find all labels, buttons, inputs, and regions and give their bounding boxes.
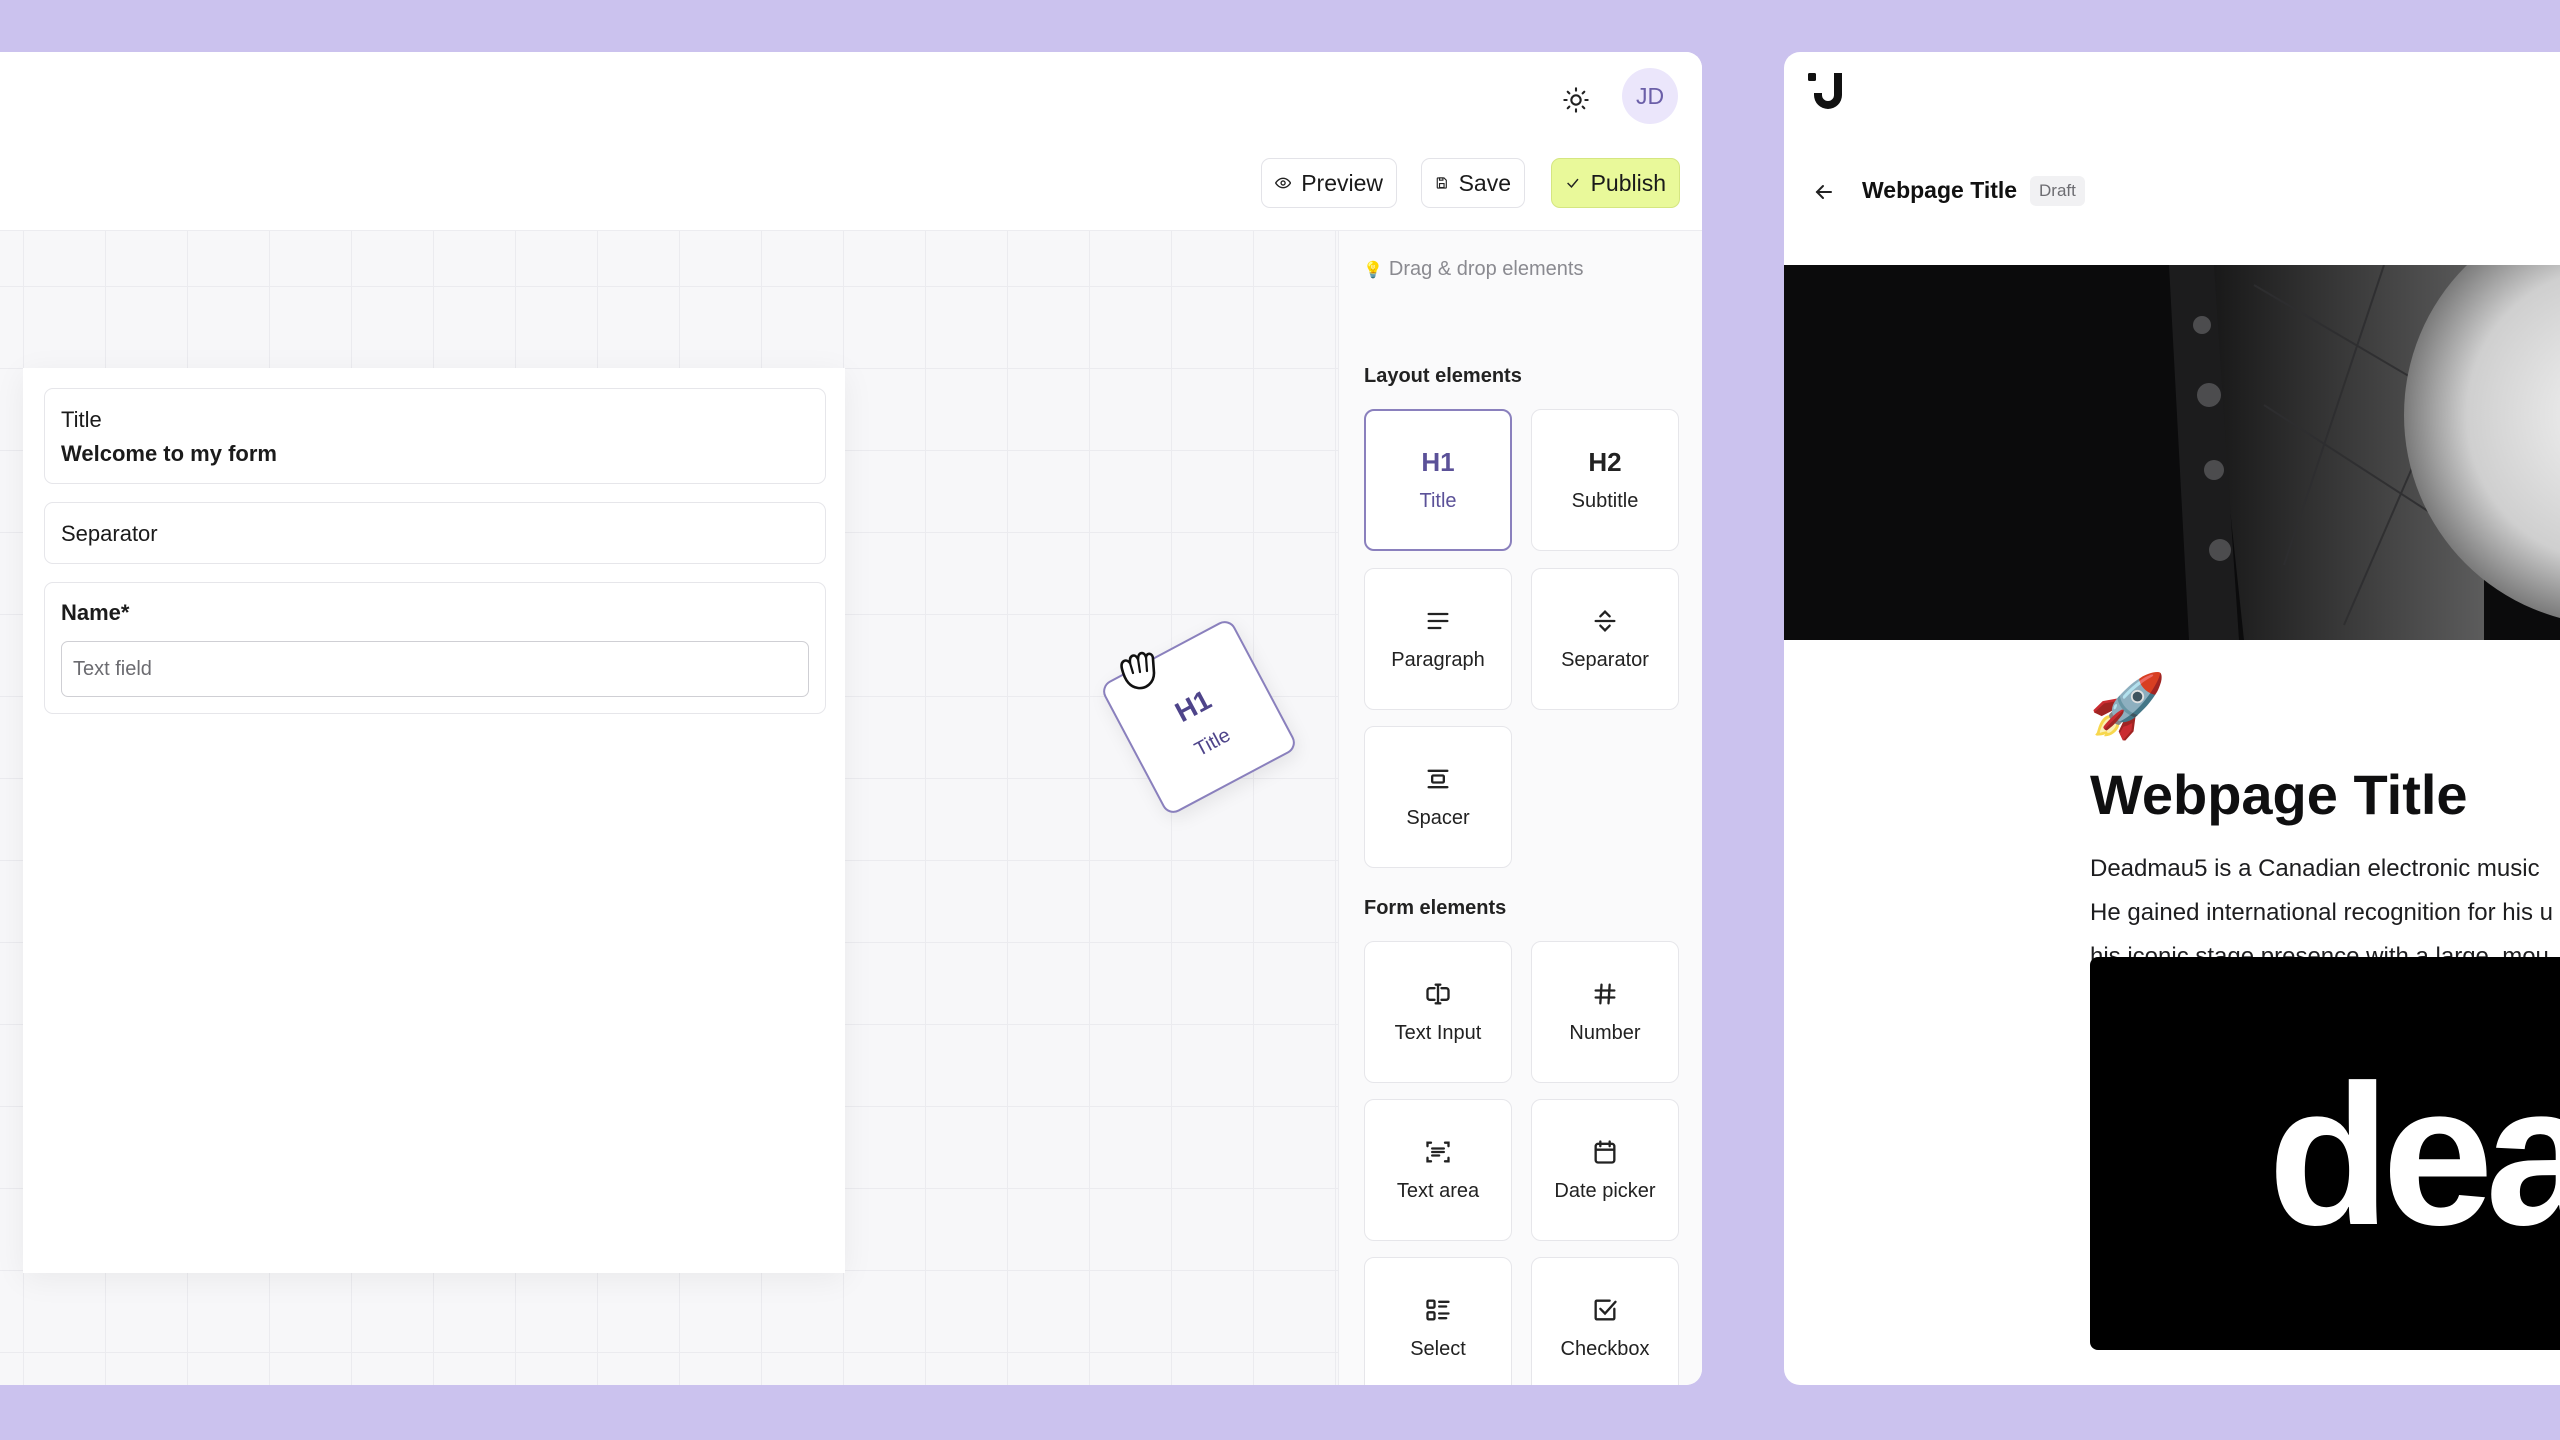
tile-number[interactable]: Number: [1531, 941, 1679, 1083]
title-block[interactable]: Title Welcome to my form: [44, 388, 826, 484]
paragraph-icon: [1427, 612, 1449, 629]
back-arrow-icon[interactable]: [1812, 180, 1836, 204]
tile-title[interactable]: H1 Title: [1364, 409, 1512, 551]
spacer-icon: [1427, 769, 1449, 788]
tile-date-picker[interactable]: Date picker: [1531, 1099, 1679, 1241]
tile-title-label: Title: [1419, 489, 1457, 512]
tile-separator[interactable]: Separator: [1531, 568, 1679, 710]
name-block[interactable]: Name* Text field: [44, 582, 826, 714]
avatar[interactable]: JD: [1622, 68, 1678, 124]
tile-select-label: Select: [1410, 1337, 1466, 1360]
tile-subtitle-label: Subtitle: [1571, 489, 1639, 512]
separator-block-label: Separator: [61, 521, 158, 546]
embedded-video[interactable]: dea: [2090, 957, 2560, 1350]
paragraph-line-2: He gained international recognition for …: [2090, 899, 2553, 926]
preview-page-title: Webpage Title: [1862, 177, 2018, 203]
tile-select[interactable]: Select: [1364, 1257, 1512, 1385]
paragraph-line-1: Deadmau5 is a Canadian electronic music: [2090, 855, 2540, 882]
preview-label: Preview: [1301, 169, 1383, 196]
webpage-preview-window: Webpage Title Draft 🚀 Webpage Title Dead…: [1784, 52, 2560, 1385]
preview-header: Webpage Title Draft: [1784, 170, 2560, 218]
calendar-icon: [1594, 1139, 1616, 1164]
text-area-icon: [1426, 1141, 1450, 1162]
separator-block[interactable]: Separator: [44, 502, 826, 564]
form-card[interactable]: Title Welcome to my form Separator Name*…: [23, 368, 845, 1273]
hash-icon: [1594, 983, 1616, 1004]
publish-label: Publish: [1590, 169, 1666, 196]
tile-spacer[interactable]: Spacer: [1364, 726, 1512, 868]
h2-icon: H2: [1588, 446, 1622, 477]
checkbox-icon: [1594, 1299, 1617, 1320]
check-icon: [1567, 178, 1579, 188]
h1-icon: H1: [1421, 446, 1455, 477]
elements-palette: 💡 Drag & drop elements Layout elements H…: [1338, 231, 1702, 1385]
tile-spacer-label: Spacer: [1406, 806, 1470, 829]
publish-button[interactable]: Publish: [1551, 158, 1680, 208]
cover-image: [1784, 265, 2560, 640]
lightbulb-icon: 💡: [1363, 261, 1383, 279]
tile-checkbox[interactable]: Checkbox: [1531, 1257, 1679, 1385]
tile-number-label: Number: [1569, 1021, 1641, 1044]
text-input-icon: [1426, 983, 1450, 1004]
eye-icon: [1275, 177, 1292, 189]
toolbar: JD Preview Save Publish: [0, 52, 1702, 231]
tile-text-input-label: Text Input: [1394, 1021, 1482, 1044]
tile-checkbox-label: Checkbox: [1560, 1337, 1650, 1360]
tile-text-input[interactable]: Text Input: [1364, 941, 1512, 1083]
tile-paragraph-label: Paragraph: [1391, 648, 1485, 671]
title-block-value: Welcome to my form: [61, 441, 277, 466]
page-heading: Webpage Title: [2090, 763, 2468, 826]
builder-canvas[interactable]: Title Welcome to my form Separator Name*…: [0, 231, 1338, 1385]
save-button[interactable]: Save: [1421, 158, 1525, 208]
status-badge: Draft: [2030, 176, 2085, 206]
tile-text-area-label: Text area: [1396, 1179, 1480, 1202]
brand-logo-icon: [1808, 73, 1842, 109]
tile-date-picker-label: Date picker: [1554, 1179, 1656, 1202]
hint-text: Drag & drop elements: [1388, 258, 1584, 280]
list-icon: [1426, 1299, 1450, 1320]
tile-text-area[interactable]: Text area: [1364, 1099, 1512, 1241]
save-icon: [1436, 177, 1447, 189]
theme-toggle-sun-icon[interactable]: [1556, 80, 1596, 120]
video-title-text: dea: [2268, 1044, 2560, 1267]
title-block-label: Title: [61, 407, 102, 432]
name-text-field[interactable]: Text field: [61, 641, 809, 697]
layout-elements-title: Layout elements: [1364, 365, 1522, 387]
tile-subtitle[interactable]: H2 Subtitle: [1531, 409, 1679, 551]
preview-button[interactable]: Preview: [1261, 158, 1397, 208]
save-label: Save: [1458, 169, 1511, 196]
drag-drop-hint: 💡 Drag & drop elements: [1363, 258, 1583, 281]
tile-paragraph[interactable]: Paragraph: [1364, 568, 1512, 710]
tile-separator-label: Separator: [1561, 648, 1649, 671]
form-elements-title: Form elements: [1364, 897, 1507, 919]
separator-icon: [1594, 609, 1616, 632]
grab-hand-cursor-icon: [1120, 651, 1156, 690]
form-builder-window: JD Preview Save Publish Title Welcome to…: [0, 52, 1702, 1385]
name-block-label: Name*: [61, 600, 130, 625]
rocket-emoji: 🚀: [2089, 672, 2167, 741]
